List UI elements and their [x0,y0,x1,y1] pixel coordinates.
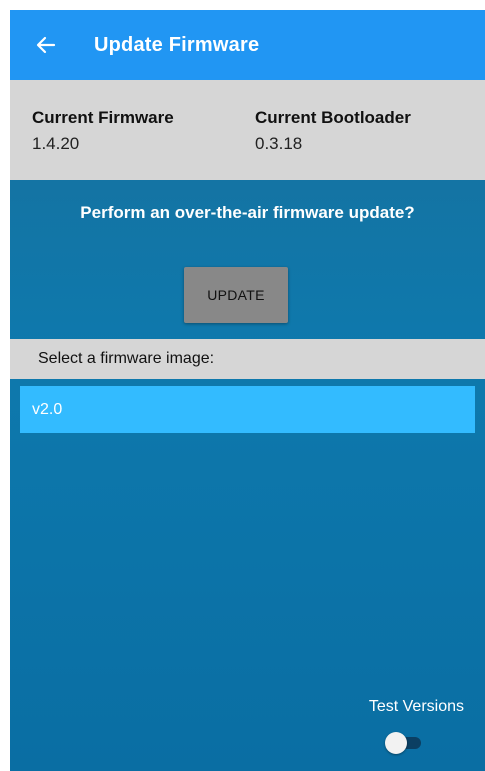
current-firmware: Current Firmware 1.4.20 [32,108,174,154]
test-versions-label: Test Versions [368,698,464,715]
list-item-label: v2.0 [32,400,63,418]
current-bootloader: Current Bootloader 0.3.18 [255,108,411,154]
firmware-image-list: v2.0 [20,386,475,433]
list-item[interactable]: v2.0 [20,386,475,433]
firmware-info-panel: Current Firmware 1.4.20 Current Bootload… [10,80,485,180]
firmware-image-header: Select a firmware image: [10,339,485,379]
current-firmware-label: Current Firmware [32,108,174,127]
update-button[interactable]: UPDATE [184,267,288,323]
current-bootloader-label: Current Bootloader [255,108,411,127]
arrow-left-icon [36,36,56,54]
page-title: Update Firmware [94,33,260,56]
current-firmware-value: 1.4.20 [32,134,80,153]
update-prompt: Perform an over-the-air firmware update? [80,203,415,222]
app-bar: Update Firmware [10,10,485,80]
current-bootloader-value: 0.3.18 [255,134,303,153]
back-button[interactable] [24,23,68,67]
switch-thumb [385,732,407,754]
test-versions-switch[interactable] [385,732,423,754]
firmware-image-header-label: Select a firmware image: [38,350,215,367]
update-firmware-screen: Update Firmware Current Firmware 1.4.20 … [10,10,485,771]
